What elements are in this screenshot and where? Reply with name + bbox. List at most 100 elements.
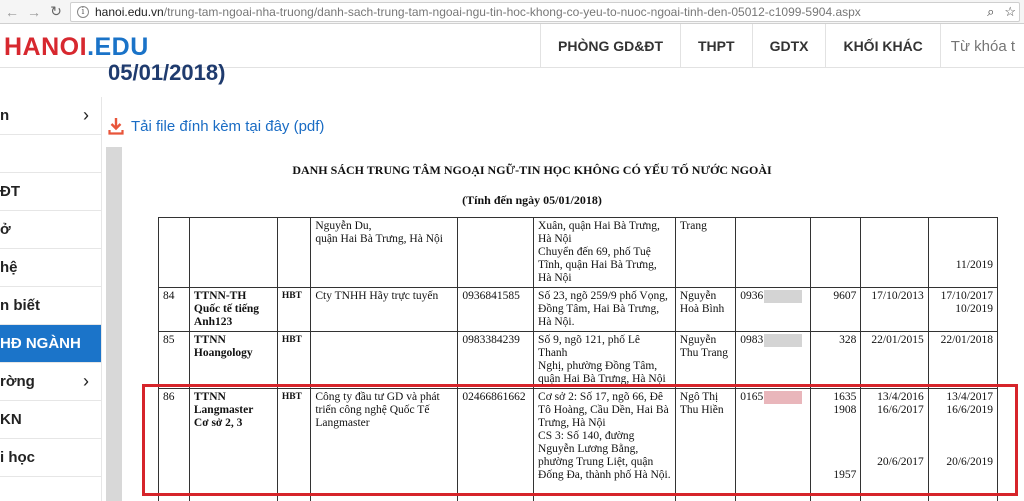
cell-name	[188, 217, 278, 288]
cell-stt: 84	[158, 287, 190, 332]
cell-owner: Nguyễn Du, quận Hai Bà Trưng, Hà Nội	[310, 217, 459, 288]
cell-stt: 86	[158, 388, 190, 501]
centers-table: Nguyễn Du, quận Hai Bà Trưng, Hà Nội Xuân…	[158, 217, 999, 501]
cell-date	[860, 217, 929, 288]
sidebar-item[interactable]: n ›	[0, 97, 101, 135]
cell-date: 22/01/2015	[860, 331, 929, 389]
sidebar-item[interactable]: n biết	[0, 287, 101, 325]
cell-director-phone: 0983	[735, 331, 812, 389]
cell-address: Số 9, ngõ 121, phố Lê Thanh Nghị, phường…	[533, 331, 676, 389]
reload-icon[interactable]: ↻	[46, 2, 66, 22]
top-navigation: PHÒNG GD&ĐT THPT GDTX KHỐI KHÁC	[540, 24, 1024, 68]
document-subtitle: (Tính đến ngày 05/01/2018)	[462, 193, 602, 207]
sidebar-item[interactable]: i học	[0, 439, 101, 477]
cell-stt	[158, 217, 190, 288]
nav-khoi-khac[interactable]: KHỐI KHÁC	[825, 24, 939, 68]
cell-name: TTNN Hoangology	[188, 331, 278, 389]
cell-district: HBT	[276, 287, 312, 332]
cell-district: HBT	[276, 331, 312, 389]
cell-decision: 9607	[810, 287, 862, 332]
nav-gdtx[interactable]: GDTX	[751, 24, 826, 68]
cell-address: Xuân, quận Hai Bà Trưng, Hà Nội Chuyển đ…	[533, 217, 676, 288]
sidebar-item-label: HĐ NGÀNH	[0, 335, 81, 352]
forward-icon[interactable]: →	[24, 2, 44, 22]
redacted-phone	[764, 290, 803, 303]
nav-thpt[interactable]: THPT	[680, 24, 752, 68]
sidebar-item[interactable]: ở	[0, 211, 101, 249]
sidebar-item[interactable]: KN	[0, 401, 101, 439]
table-row: 85 TTNN Hoangology HBT 0983384239 Số 9, ngõ …	[158, 331, 999, 389]
attachment-label: Tải file đính kèm tại đây (pdf)	[131, 117, 325, 135]
search-box	[939, 24, 1024, 68]
cell-name: TTNN-TH Quốc tế tiếng Anh123	[188, 287, 278, 332]
sidebar-item-label: n	[0, 107, 10, 124]
cell-district: HBT	[276, 388, 312, 501]
cell-director: Trang	[674, 217, 737, 288]
cell-expiry: 17/10/2017 10/2019	[927, 287, 999, 332]
cell-stt: 85	[158, 331, 190, 389]
url-host: hanoi.edu.vn	[95, 5, 164, 19]
sidebar: n › ĐT ở hệ n biết HĐ NGÀNH rờng › KN i học	[0, 97, 102, 501]
cell-date: 17/10/2013	[860, 287, 929, 332]
attachment-link[interactable]: Tải file đính kèm tại đây (pdf)	[108, 117, 324, 135]
cell-phone: 0983384239	[457, 331, 535, 389]
sidebar-item[interactable]: ĐT	[0, 173, 101, 211]
table-row: 86 TTNN Langmaster Cơ sở 2, 3 HBT Công ty đ…	[158, 388, 999, 501]
sidebar-item[interactable]	[0, 135, 101, 173]
url-path: /trung-tam-ngoai-nha-truong/danh-sach-tr…	[163, 5, 861, 19]
download-icon	[108, 117, 124, 135]
sidebar-item-label: n biết	[0, 297, 40, 314]
table-row: 84 TTNN-TH Quốc tế tiếng Anh123 HBT Cty TNH…	[158, 287, 999, 332]
redacted-phone	[764, 334, 803, 347]
pdf-page: DANH SÁCH TRUNG TÂM NGOẠI NGỮ-TIN HỌC KH…	[122, 147, 1024, 501]
chevron-right-icon: ›	[83, 105, 89, 125]
cell-phone: 0936841585	[457, 287, 535, 332]
cell-owner: Cty TNHH Hãy trực tuyến	[310, 287, 459, 332]
cell-director-phone	[735, 217, 812, 288]
cell-expiry: 13/4/2017 16/6/2019 20/6/2019	[927, 388, 999, 501]
table-row: Nguyễn Du, quận Hai Bà Trưng, Hà Nội Xuân…	[158, 217, 999, 288]
cell-expiry: 11/2019	[927, 217, 999, 288]
sidebar-item-label: KN	[0, 411, 22, 428]
cell-decision	[810, 217, 862, 288]
redacted-phone	[764, 391, 803, 404]
cell-phone	[457, 217, 535, 288]
cell-date: 13/4/2016 16/6/2017 20/6/2017	[860, 388, 929, 501]
sidebar-item-label: ở	[0, 221, 11, 238]
cell-director-phone: 0165	[735, 388, 812, 501]
browser-toolbar: ← → ↻ i hanoi.edu.vn /trung-tam-ngoai-nh…	[0, 0, 1024, 24]
cell-owner	[310, 331, 459, 389]
zoom-icon[interactable]: ⌕	[987, 4, 994, 20]
bookmark-star-icon[interactable]: ☆	[1004, 4, 1016, 20]
back-icon[interactable]: ←	[2, 2, 22, 22]
page-title: 05/01/2018)	[108, 60, 226, 85]
chevron-right-icon: ›	[83, 371, 89, 391]
document-title: DANH SÁCH TRUNG TÂM NGOẠI NGỮ-TIN HỌC KH…	[292, 163, 772, 177]
cell-name: TTNN Langmaster Cơ sở 2, 3	[188, 388, 278, 501]
cell-director: Nguyễn Thu Trang	[674, 331, 737, 389]
cell-director: Nguyễn Hoà Bình	[674, 287, 737, 332]
cell-decision: 328	[810, 331, 862, 389]
address-bar[interactable]: i hanoi.edu.vn /trung-tam-ngoai-nha-truo…	[70, 2, 1020, 22]
sidebar-item[interactable]: hệ	[0, 249, 101, 287]
sidebar-item-label: hệ	[0, 259, 18, 276]
sidebar-item[interactable]: HĐ NGÀNH	[0, 325, 101, 363]
cell-district	[276, 217, 312, 288]
cell-phone: 02466861662	[457, 388, 535, 501]
cell-address: Cơ sở 2: Số 17, ngõ 66, Đê Tô Hoàng, Cầu…	[533, 388, 676, 501]
cell-address: Số 23, ngõ 259/9 phố Vọng, Đồng Tâm, Hai…	[533, 287, 676, 332]
cell-decision: 1635 1908 1957	[810, 388, 862, 501]
nav-phong-gd[interactable]: PHÒNG GD&ĐT	[540, 24, 680, 68]
search-input[interactable]	[950, 37, 1024, 55]
site-logo[interactable]: HANOI.EDU	[4, 33, 149, 62]
sidebar-item-label: rờng	[0, 373, 35, 390]
pdf-viewer[interactable]: DANH SÁCH TRUNG TÂM NGOẠI NGỮ-TIN HỌC KH…	[106, 147, 1024, 501]
sidebar-item[interactable]: rờng ›	[0, 363, 101, 401]
cell-expiry: 22/01/2018	[927, 331, 999, 389]
cell-director-phone: 0936	[735, 287, 812, 332]
info-icon[interactable]: i	[77, 6, 89, 18]
sidebar-item-label: i học	[0, 449, 36, 466]
sidebar-item-label: ĐT	[0, 183, 20, 200]
cell-owner: Công ty đầu tư GD và phát triển công ngh…	[310, 388, 459, 501]
cell-director: Ngô Thị Thu Hiền	[674, 388, 737, 501]
